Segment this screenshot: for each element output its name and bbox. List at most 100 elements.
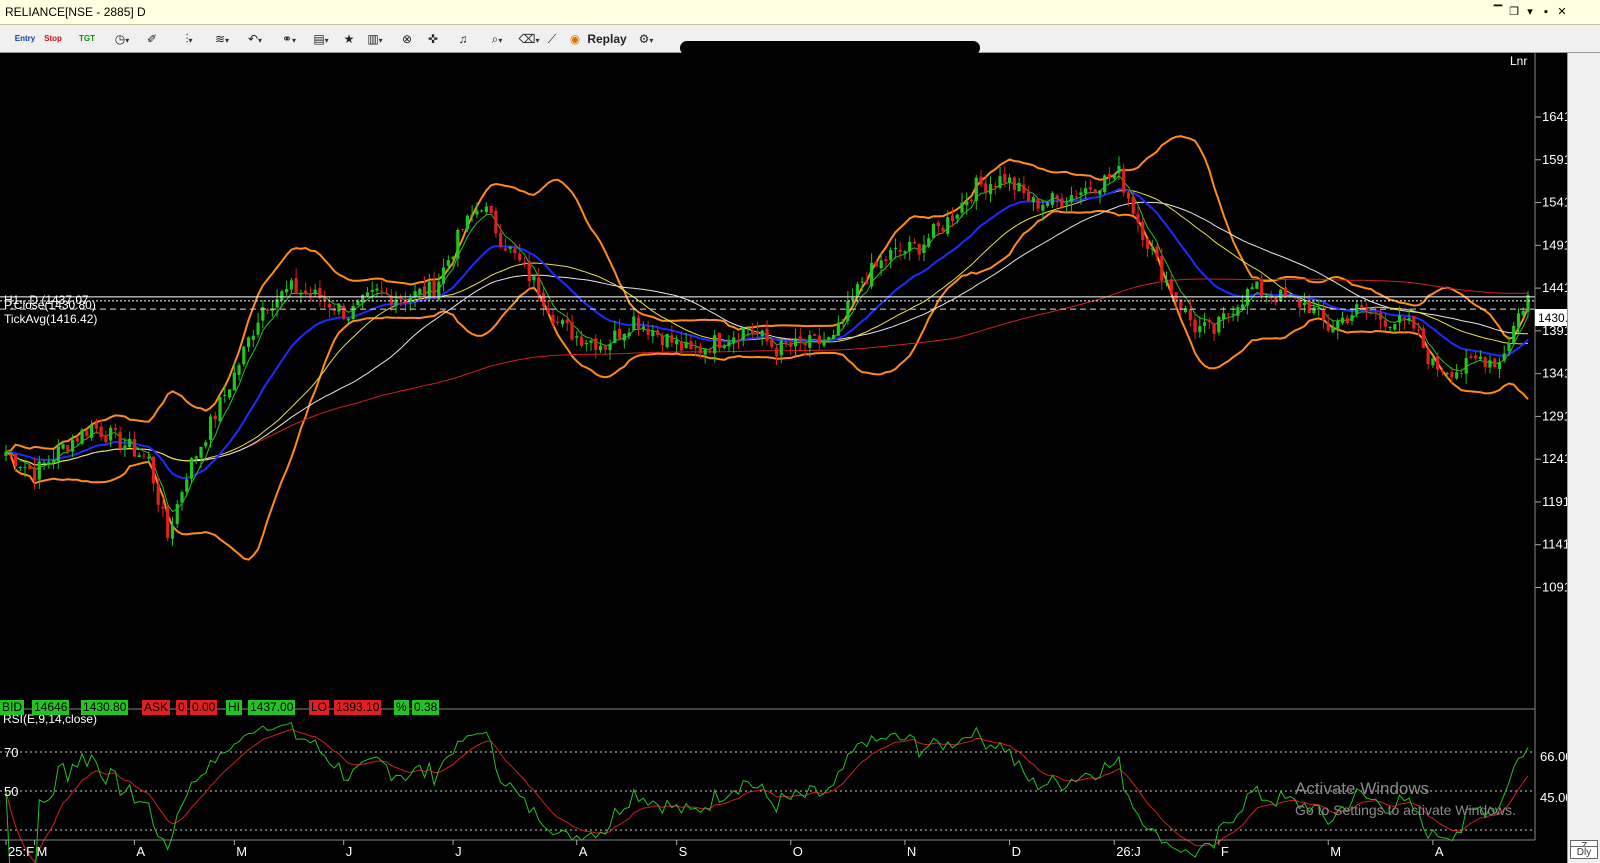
candle-body (1217, 316, 1221, 333)
candle-body (1074, 196, 1078, 198)
period-button[interactable]: Dly (1570, 846, 1598, 859)
candle-body (237, 364, 241, 376)
candle-body (603, 346, 607, 350)
candle-body (1488, 360, 1492, 368)
candle-body (1469, 356, 1473, 358)
scale-mode-label[interactable]: Lnr (1510, 54, 1527, 68)
lo-label: LO (309, 700, 330, 715)
candle-body (337, 304, 341, 312)
tick-avg-label: TickAvg(1416.42) (4, 312, 97, 326)
cursor-icon[interactable]: ✜ (424, 29, 442, 49)
close-icon[interactable]: ✕ (1554, 4, 1570, 20)
candle-body (384, 292, 389, 294)
time-axis-label: D (1012, 844, 1021, 859)
candle-body (418, 288, 422, 294)
candle-body (28, 464, 32, 470)
candle-body (147, 456, 151, 459)
candle-body (1307, 300, 1311, 313)
candle-body (1007, 177, 1012, 183)
settings-gear-icon[interactable]: ⚙▾ (632, 29, 660, 49)
candle-body (870, 262, 874, 287)
ask-price: 0.00 (190, 700, 218, 715)
candle-body (456, 229, 460, 259)
favorite-star-icon[interactable]: ★ (340, 29, 358, 49)
stop-button[interactable]: Stop (42, 29, 64, 49)
candle-body (66, 445, 70, 452)
pct-value: 0.38 (412, 700, 440, 715)
replay-icon[interactable]: ◉ (566, 29, 584, 49)
candle-body (70, 440, 75, 452)
candle-body (579, 336, 584, 346)
candle-body (1440, 370, 1444, 373)
candle-body (1202, 322, 1207, 326)
right-strip: Z Dly (1567, 53, 1600, 863)
template-icon[interactable]: ▤▾ (308, 29, 334, 49)
time-axis-label: A (136, 844, 145, 859)
price-chart[interactable]: 1641.001591.001541.001491.001441.001391.… (0, 53, 1600, 863)
candle-body (185, 479, 189, 492)
entry-button[interactable]: Entry (14, 29, 36, 49)
candle-body (32, 467, 37, 481)
candle-body (522, 261, 527, 263)
candle-body (1084, 188, 1088, 194)
candle-body (1369, 312, 1373, 315)
candle-body (1131, 196, 1135, 214)
alert-bell-icon[interactable]: ♫ (452, 29, 474, 49)
window-menu-icon[interactable]: ▾ (1522, 4, 1538, 20)
candle-body (218, 397, 222, 422)
candle-body (760, 330, 764, 337)
candle-body (1483, 357, 1487, 367)
candle-body (1512, 325, 1516, 344)
pin-icon[interactable]: ▪ (1538, 4, 1554, 20)
crosshair-icon[interactable]: ⊗ (398, 29, 416, 49)
candle-body (1426, 350, 1430, 365)
candle-body (793, 338, 798, 347)
minimize-icon[interactable]: ▔ (1490, 4, 1506, 20)
draw-tool-icon[interactable]: ✐ (143, 29, 161, 49)
time-axis-label: J (346, 844, 353, 859)
candle-body (90, 424, 94, 438)
candle-body (227, 389, 232, 398)
drawing-tools-icon[interactable]: ↶▾ (242, 29, 268, 49)
window-titlebar: RELIANCE[NSE - 2885] D ▔ ❐ ▾ ▪ ✕ (0, 0, 1600, 25)
time-axis-label: O (793, 844, 803, 859)
replay-button[interactable]: Replay (586, 29, 628, 49)
candle-body (1402, 317, 1406, 320)
candle-body (518, 253, 522, 261)
candle-body (1079, 192, 1083, 195)
chart-type-icon[interactable]: ⫶▾ (176, 29, 202, 49)
candle-body (1302, 303, 1307, 306)
clock-icon[interactable]: ◷▾ (110, 29, 134, 49)
candle-body (189, 458, 194, 479)
candle-body (560, 320, 565, 325)
delete-icon[interactable]: ⌫▾ (516, 29, 542, 49)
window-title: RELIANCE[NSE - 2885] D (5, 5, 146, 19)
candle-body (494, 210, 498, 234)
candle-body (1255, 281, 1259, 289)
candle-body (1359, 305, 1364, 308)
candle-body (1036, 198, 1040, 209)
candle-body (365, 292, 370, 296)
candle-body (1250, 287, 1254, 290)
restore-icon[interactable]: ❐ (1506, 4, 1522, 20)
candle-body (841, 319, 845, 321)
rsi-level-70: 70 (4, 745, 18, 760)
candle-body (503, 248, 508, 251)
candle-body (713, 335, 717, 354)
candle-body (912, 242, 917, 244)
target-button[interactable]: TGT (76, 29, 98, 49)
candle-body (936, 222, 940, 227)
studies-icon[interactable]: ≋▾ (209, 29, 235, 49)
zoom-icon[interactable]: ⌕▾ (484, 29, 510, 49)
pct-label: % (394, 700, 409, 715)
line-chart-icon[interactable]: ⟋ (542, 29, 562, 49)
candle-body (375, 288, 379, 291)
candle-body (1088, 187, 1093, 190)
prev-close-label: P.Close(1430.80) (4, 298, 96, 312)
candle-body (527, 261, 531, 282)
candle-body (1336, 320, 1340, 331)
compare-icon[interactable]: ▥▾ (362, 29, 388, 49)
candle-body (689, 341, 693, 350)
link-icon[interactable]: ⚭▾ (276, 29, 302, 49)
time-axis-label: J (455, 844, 462, 859)
